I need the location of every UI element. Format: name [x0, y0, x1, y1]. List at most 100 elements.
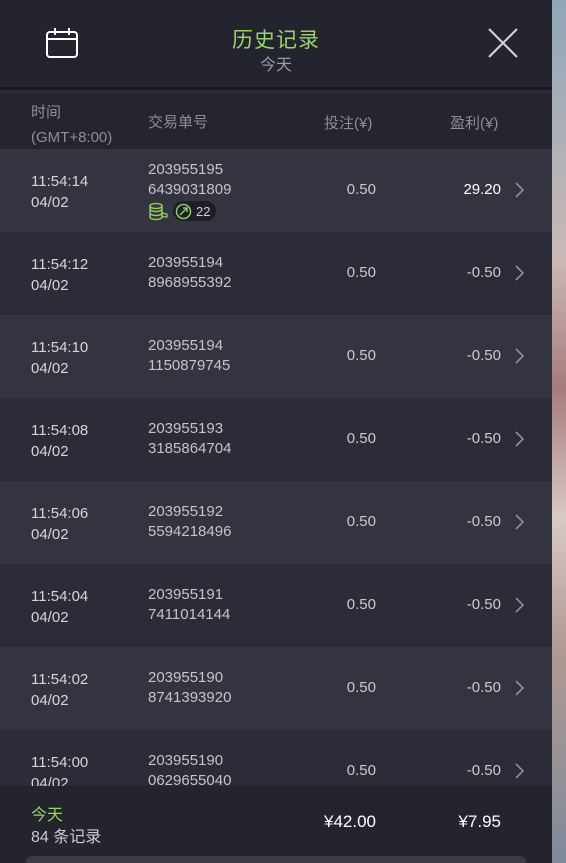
table-row[interactable]: 11:54:00 04/02 203955190 0629655040 0.50…: [0, 730, 552, 786]
chevron-right-icon: [515, 514, 525, 530]
row-order-line2: 0629655040: [148, 772, 232, 786]
page-title: 历史记录: [232, 29, 320, 52]
row-order-line2: 8741393920: [148, 689, 232, 706]
row-date-value: 04/02: [31, 609, 69, 626]
record-count: 84 条记录: [31, 829, 102, 846]
row-bet: 0.50: [346, 513, 376, 530]
row-date-value: 04/02: [31, 194, 69, 211]
row-time: 11:54:14 04/02: [31, 171, 88, 213]
row-bet: 0.50: [346, 762, 376, 779]
table-row[interactable]: 11:54:04 04/02 203955191 7411014144 0.50…: [0, 564, 552, 647]
column-header-timezone: (GMT+8:00): [31, 129, 113, 146]
header-divider: [0, 87, 552, 90]
chevron-right-icon: [515, 763, 525, 779]
summary-footer: 今天 84 条记录 ¥42.00 ¥7.95: [0, 786, 552, 863]
table-row[interactable]: 11:54:08 04/02 203955193 3185864704 0.50…: [0, 398, 552, 481]
row-order-line1: 203955190: [148, 752, 224, 769]
summary-period: 今天: [31, 807, 64, 824]
column-headers: 时间 (GMT+8:00) 交易单号 投注(¥) 盈利(¥): [0, 93, 552, 149]
total-profit: ¥7.95: [458, 812, 501, 831]
table-row[interactable]: 11:54:06 04/02 203955192 5594218496 0.50…: [0, 481, 552, 564]
row-profit: -0.50: [466, 347, 501, 364]
row-date-value: 04/02: [31, 775, 69, 786]
row-profit: 29.20: [463, 181, 501, 198]
row-time-value: 11:54:08: [31, 422, 89, 439]
row-time-value: 11:54:00: [31, 754, 89, 771]
row-bet: 0.50: [346, 430, 376, 447]
row-time-value: 11:54:02: [31, 671, 89, 688]
header: 历史记录 今天: [0, 0, 552, 90]
row-date-value: 04/02: [31, 277, 69, 294]
row-profit: -0.50: [466, 264, 501, 281]
chevron-right-icon: [515, 680, 525, 696]
row-profit: -0.50: [466, 596, 501, 613]
column-header-time-label: 时间: [31, 104, 62, 121]
free-spin-badge: 22: [173, 201, 217, 221]
row-time-value: 11:54:12: [31, 256, 89, 273]
row-order-line1: 203955194: [148, 337, 224, 354]
row-time: 11:54:04 04/02: [31, 586, 88, 628]
table-row[interactable]: 11:54:14 04/02 203955195 6439031809 22 0…: [0, 149, 552, 232]
row-badges: 22: [148, 201, 217, 221]
background-image: [552, 0, 566, 863]
chevron-right-icon: [515, 182, 525, 198]
row-time: 11:54:08 04/02: [31, 420, 88, 462]
row-order-line2: 7411014144: [148, 606, 231, 623]
row-order-line1: 203955191: [148, 586, 224, 603]
row-bet: 0.50: [346, 347, 376, 364]
chevron-right-icon: [515, 431, 525, 447]
row-order: 203955193 3185864704: [148, 419, 231, 459]
chevron-right-icon: [515, 348, 525, 364]
row-order: 203955191 7411014144: [148, 585, 230, 625]
row-time: 11:54:12 04/02: [31, 254, 88, 296]
row-order: 203955194 1150879745: [148, 336, 230, 376]
row-order-line1: 203955193: [148, 420, 224, 437]
date-filter-label: 今天: [259, 57, 292, 74]
row-time: 11:54:02 04/02: [31, 669, 88, 711]
row-bet: 0.50: [346, 596, 376, 613]
history-list[interactable]: 11:54:14 04/02 203955195 6439031809 22 0…: [0, 149, 552, 786]
row-order: 203955195 6439031809: [148, 160, 231, 200]
row-bet: 0.50: [346, 679, 376, 696]
row-order-line1: 203955190: [148, 669, 224, 686]
table-row[interactable]: 11:54:02 04/02 203955190 8741393920 0.50…: [0, 647, 552, 730]
row-profit: -0.50: [466, 513, 501, 530]
column-header-profit: 盈利(¥): [450, 115, 499, 132]
row-order-line2: 6439031809: [148, 181, 232, 198]
free-spin-icon: [175, 203, 192, 219]
bottom-handle: [26, 856, 526, 863]
row-time-value: 11:54:06: [31, 505, 89, 522]
row-order: 203955194 8968955392: [148, 253, 231, 293]
history-panel: 历史记录 今天 时间 (GMT+8:00) 交易单号 投注(¥) 盈利(¥) 1…: [0, 0, 552, 863]
close-icon[interactable]: [486, 26, 520, 60]
row-time-value: 11:54:04: [31, 588, 89, 605]
row-order: 203955190 8741393920: [148, 668, 231, 708]
row-date-value: 04/02: [31, 526, 69, 543]
row-order: 203955190 0629655040: [148, 751, 231, 786]
row-profit: -0.50: [466, 762, 501, 779]
total-bet: ¥42.00: [324, 812, 376, 831]
row-order-line1: 203955192: [148, 503, 224, 520]
table-row[interactable]: 11:54:10 04/02 203955194 1150879745 0.50…: [0, 315, 552, 398]
row-time: 11:54:10 04/02: [31, 337, 88, 379]
row-order-line1: 203955195: [148, 161, 224, 178]
row-order-line2: 8968955392: [148, 274, 232, 291]
row-time-value: 11:54:10: [31, 339, 89, 356]
row-profit: -0.50: [466, 430, 501, 447]
row-order-line2: 1150879745: [148, 357, 231, 374]
row-order-line1: 203955194: [148, 254, 224, 271]
coins-icon: [149, 202, 168, 221]
row-time-value: 11:54:14: [31, 173, 89, 190]
row-order-line2: 3185864704: [148, 440, 232, 457]
chevron-right-icon: [515, 265, 525, 281]
column-header-time: 时间 (GMT+8:00): [31, 100, 112, 150]
row-order-line2: 5594218496: [148, 523, 232, 540]
table-row[interactable]: 11:54:12 04/02 203955194 8968955392 0.50…: [0, 232, 552, 315]
row-date-value: 04/02: [31, 360, 69, 377]
row-order: 203955192 5594218496: [148, 502, 231, 542]
row-bet: 0.50: [346, 264, 376, 281]
row-date-value: 04/02: [31, 692, 69, 709]
column-header-bet: 投注(¥): [324, 115, 373, 132]
row-profit: -0.50: [466, 679, 501, 696]
row-time: 11:54:00 04/02: [31, 752, 88, 786]
